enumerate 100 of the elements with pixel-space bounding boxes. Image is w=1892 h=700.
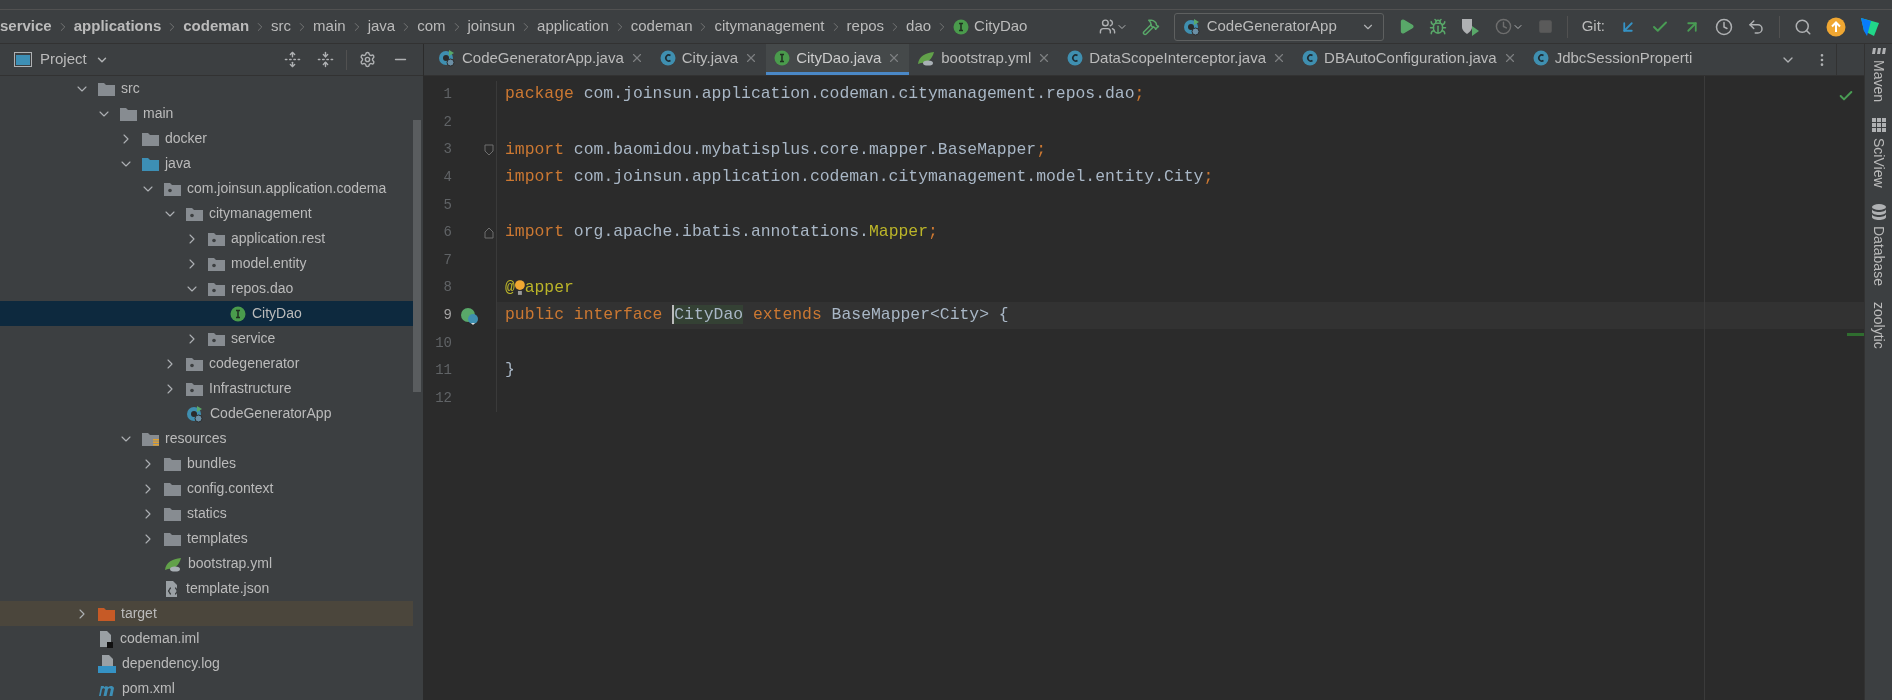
breadcrumb-item[interactable]: codeman (630, 15, 693, 38)
breadcrumb-item[interactable]: CityDao (953, 15, 1028, 38)
lightbulb-icon[interactable] (514, 278, 525, 297)
search-icon[interactable] (1794, 17, 1812, 36)
breadcrumb-item[interactable]: joinsun (467, 15, 516, 38)
folder-icon (164, 456, 181, 471)
interface-icon (230, 305, 246, 322)
coverage-icon[interactable] (1460, 17, 1481, 36)
git-label: Git: (1581, 16, 1605, 37)
editor-tab[interactable]: CodeGeneratorApp.java (430, 44, 652, 75)
editor-tab[interactable]: JdbcSessionProperti (1524, 44, 1701, 75)
user-icon[interactable] (1098, 18, 1128, 35)
line-number: 8 (442, 278, 452, 298)
folder-icon (164, 506, 181, 521)
package-icon (164, 181, 181, 196)
tree-item[interactable]: src (0, 76, 413, 101)
implemented-gutter-icon[interactable] (460, 306, 480, 325)
debug-icon[interactable] (1428, 17, 1447, 36)
scrollbar-thumb[interactable] (413, 120, 421, 392)
tree-item[interactable]: service (0, 326, 413, 351)
tree-item[interactable]: resources (0, 426, 413, 451)
editor-tab[interactable]: City.java (651, 44, 767, 75)
line-number: 10 (434, 333, 452, 353)
tree-item[interactable]: codegenerator (0, 351, 413, 376)
tree-item[interactable]: pom.xml (0, 676, 413, 700)
tree-item[interactable]: bootstrap.yml (0, 551, 413, 576)
tree-item[interactable]: CityDao (0, 301, 413, 326)
folder-icon (164, 481, 181, 496)
breadcrumb-item[interactable]: repos (846, 15, 885, 38)
settings-icon[interactable] (359, 51, 376, 68)
class-icon (1067, 50, 1084, 66)
editor-tab[interactable]: DataScopeInterceptor.java (1059, 44, 1295, 75)
tool-window-button[interactable]: Database (1868, 225, 1889, 286)
tree-item[interactable]: citymanagement (0, 201, 413, 226)
folder-icon (142, 156, 159, 171)
tree-item[interactable]: templates (0, 526, 413, 551)
tree-item[interactable]: application.rest (0, 226, 413, 251)
line-number: 2 (442, 112, 452, 132)
project-window-icon[interactable] (14, 52, 32, 67)
breadcrumb-item[interactable]: service (0, 15, 52, 38)
toolbox-logo-icon[interactable] (1860, 16, 1880, 37)
fold-icon[interactable] (484, 226, 494, 239)
tree-item[interactable]: bundles (0, 451, 413, 476)
tree-item[interactable]: codeman.iml (0, 626, 413, 651)
tree-item[interactable]: target (0, 601, 413, 626)
code-line: @ (505, 276, 515, 299)
collapse-all-icon[interactable] (317, 51, 334, 68)
file-icon (98, 629, 114, 648)
tool-window-button[interactable]: Maven (1868, 60, 1889, 103)
tool-window-button[interactable]: SciView (1868, 138, 1889, 188)
interface-icon (953, 18, 970, 35)
tree-item[interactable]: com.joinsun.application.codema (0, 176, 413, 201)
package-icon (208, 281, 225, 296)
fold-icon[interactable] (484, 144, 494, 156)
project-view-dropdown[interactable]: Project (40, 48, 109, 71)
breadcrumb-item[interactable]: applications (73, 15, 162, 38)
database-icon (1871, 203, 1886, 220)
expand-all-icon[interactable] (284, 51, 301, 68)
line-number: 9 (442, 306, 452, 326)
breadcrumb-item[interactable]: java (367, 15, 396, 38)
interface-icon (774, 50, 791, 66)
grid-icon (1871, 118, 1886, 133)
rollback-icon[interactable] (1747, 17, 1765, 36)
breadcrumb-item[interactable]: src (271, 15, 292, 38)
editor-tab[interactable]: bootstrap.yml (909, 44, 1060, 75)
breadcrumb-item[interactable]: main (313, 15, 346, 38)
tree-item[interactable]: template.json (0, 576, 413, 601)
code-line: import com.joinsun.application.codeman.citymanagement.model.entity.City; (505, 166, 1214, 189)
line-number: 3 (442, 140, 452, 160)
tree-item[interactable]: java (0, 151, 413, 176)
spring-app-icon (186, 404, 204, 423)
class-icon (1532, 50, 1549, 66)
tree-item[interactable]: model.entity (0, 251, 413, 276)
tree-item[interactable]: docker (0, 126, 413, 151)
history-icon[interactable] (1715, 17, 1733, 36)
package-icon (208, 256, 225, 271)
editor-tab[interactable]: CityDao.java (766, 44, 910, 75)
tree-item[interactable]: dependency.log (0, 651, 413, 676)
hammer-icon[interactable] (1141, 17, 1160, 36)
json-file-icon (164, 579, 180, 598)
upgrade-icon[interactable] (1826, 16, 1846, 37)
breadcrumb-item[interactable]: codeman (183, 15, 250, 38)
breadcrumb-item[interactable]: application (537, 15, 609, 38)
tree-item[interactable]: config.context (0, 476, 413, 501)
folder-icon (98, 606, 115, 621)
run-configuration-dropdown[interactable]: CodeGeneratorApp (1173, 12, 1384, 41)
breadcrumb-item[interactable]: dao (906, 15, 932, 38)
tree-item[interactable]: CodeGeneratorApp (0, 401, 413, 426)
editor-tab[interactable]: DBAutoConfiguration.java (1294, 44, 1525, 75)
tree-item[interactable]: Infrastructure (0, 376, 413, 401)
tool-window-button[interactable]: zoolytic (1868, 301, 1889, 349)
breadcrumb-item[interactable]: citymanagement (714, 15, 825, 38)
tree-item[interactable]: main (0, 101, 413, 126)
tree-item[interactable]: statics (0, 501, 413, 526)
line-number: 6 (442, 223, 452, 243)
breadcrumb-item[interactable]: com (417, 15, 446, 38)
maven-icon (1870, 48, 1887, 54)
line-number: 5 (442, 195, 452, 215)
spring-app-icon (1182, 17, 1201, 36)
tree-item[interactable]: repos.dao (0, 276, 413, 301)
